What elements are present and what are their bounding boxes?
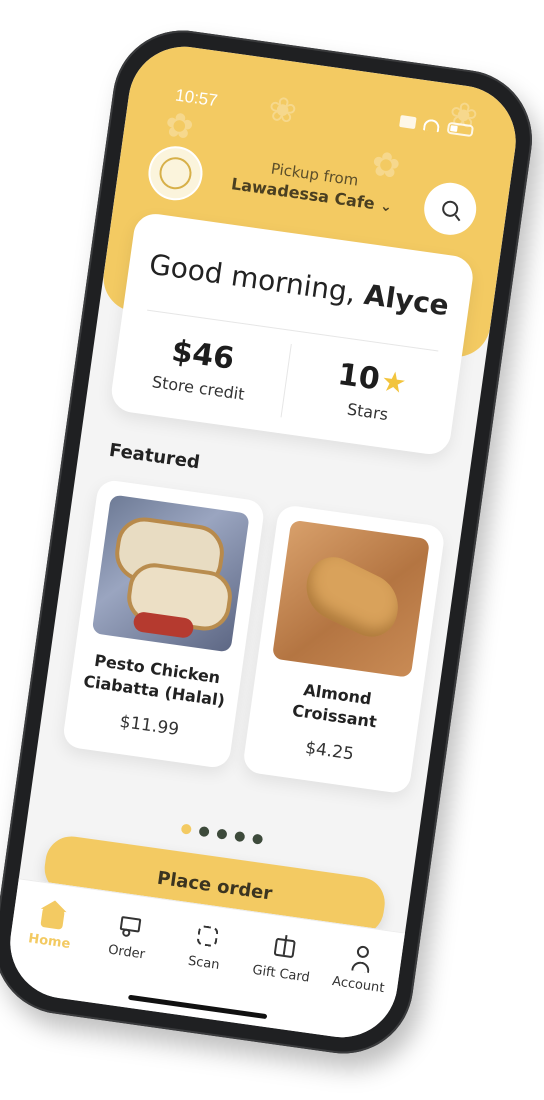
tab-label: Home	[27, 931, 72, 953]
stars-value: 10	[335, 356, 382, 398]
app-screen: ✿ ❀ ✿ ❀ ❀ ✿ 10:57 Pickup from Lawadessa …	[3, 39, 523, 1045]
stars-stat[interactable]: 10★ Stars	[282, 350, 460, 433]
carousel-dot[interactable]	[198, 825, 210, 838]
phone-device: ✿ ❀ ✿ ❀ ❀ ✿ 10:57 Pickup from Lawadessa …	[0, 21, 541, 1063]
scan-icon	[192, 920, 224, 952]
account-icon	[346, 942, 378, 974]
wifi-icon	[422, 118, 441, 133]
search-icon	[441, 199, 460, 218]
carousel-dot[interactable]	[234, 830, 246, 843]
star-icon: ★	[379, 364, 409, 401]
tab-label: Gift Card	[251, 962, 311, 986]
home-icon	[37, 899, 69, 931]
battery-icon	[446, 121, 475, 138]
product-name: Almond Croissant	[291, 680, 378, 732]
cart-icon	[115, 909, 147, 941]
leaf-pattern: ✿ ❀ ✿ ❀ ❀ ✿	[162, 88, 481, 313]
tab-account[interactable]: Account	[319, 939, 403, 998]
featured-carousel[interactable]: Pesto Chicken Ciabatta (Halal) $11.99 Al…	[61, 478, 446, 795]
carousel-dot[interactable]	[251, 833, 264, 845]
chevron-down-icon: ⌄	[379, 198, 394, 216]
product-name: Pesto Chicken Ciabatta (Halal)	[82, 650, 227, 711]
carousel-dot-active[interactable]	[180, 823, 192, 835]
product-price: $4.25	[304, 738, 356, 765]
featured-heading: Featured	[107, 439, 202, 474]
product-image-croissant	[271, 519, 431, 678]
tab-gift-card[interactable]: Gift Card	[241, 928, 325, 987]
tab-label: Account	[331, 973, 386, 997]
tab-label: Order	[107, 942, 146, 963]
signal-icon	[399, 115, 417, 130]
tab-label: Scan	[187, 953, 221, 973]
carousel-dot[interactable]	[216, 828, 228, 840]
gift-icon	[269, 931, 301, 963]
tab-home[interactable]: Home	[10, 895, 94, 954]
greeting-prefix: Good morning,	[147, 247, 358, 310]
product-price: $11.99	[118, 711, 181, 741]
product-image-sandwich	[91, 494, 250, 653]
product-card[interactable]: Pesto Chicken Ciabatta (Halal) $11.99	[61, 478, 266, 770]
tab-order[interactable]: Order	[87, 906, 171, 965]
tab-scan[interactable]: Scan	[164, 917, 248, 976]
store-credit-stat[interactable]: $46 Store credit	[112, 326, 290, 409]
product-card[interactable]: Almond Croissant $4.25	[241, 503, 446, 795]
greeting-name: Alyce	[362, 277, 451, 323]
